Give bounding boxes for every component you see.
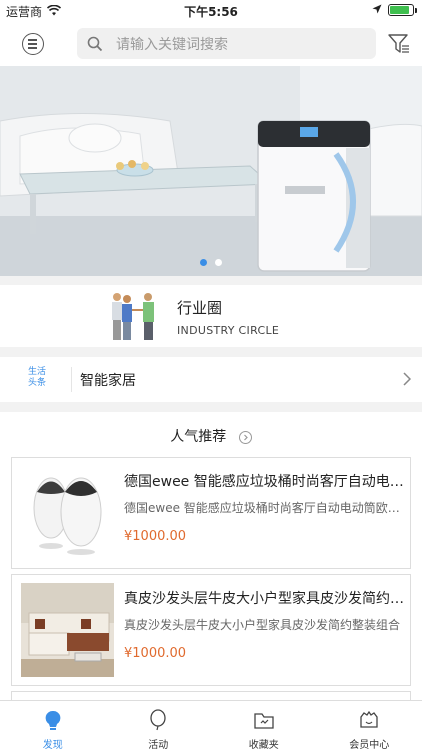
top-navbar: 请输入关键词搜索 (0, 22, 422, 66)
menu-icon[interactable] (22, 33, 44, 55)
tab-label: 收藏夹 (248, 740, 279, 750)
product-price: ¥1000.00 (124, 529, 187, 544)
carousel-dot-active[interactable] (200, 259, 207, 266)
bulb-icon (45, 710, 61, 730)
news-tag-badge: 生活 头条 (22, 367, 52, 389)
tab-member-center[interactable]: 会员中心 (317, 701, 422, 750)
news-headline-text: 智能家居 (80, 373, 136, 389)
app-screen: 运营商 下午5:56 请输入关键词搜索 行业圈 INDUSTRY CIRCLE … (0, 0, 422, 750)
tab-favorites[interactable]: 收藏夹 (211, 701, 317, 750)
search-icon (87, 36, 103, 52)
product-image-sofa (21, 583, 114, 677)
product-image-trash-can (21, 466, 114, 560)
chevron-right-icon (403, 372, 411, 386)
battery-fill (390, 6, 409, 14)
product-price: ¥1000.00 (124, 646, 187, 661)
news-tag-line1: 生活 (27, 367, 46, 377)
bottom-tabbar: 发现 活动 收藏夹 会员中心 (0, 700, 422, 750)
news-headline-row[interactable]: 生活 头条 智能家居 (0, 357, 422, 402)
industry-title: 行业圈 (177, 299, 223, 317)
product-description: 真皮沙发头层牛皮大小户型家具皮沙发简约整装组合 (124, 618, 401, 632)
news-tag-line2: 头条 (27, 378, 46, 388)
product-title: 德国ewee 智能感应垃圾桶时尚客厅自动电动筒欧式创意 (124, 474, 408, 490)
balloon-icon (150, 709, 166, 731)
member-icon (360, 710, 378, 728)
people-illustration-icon (112, 293, 154, 340)
banner-image (0, 66, 422, 276)
product-description: 德国ewee 智能感应垃圾桶时尚客厅自动电动筒欧式创意家用 (124, 501, 408, 515)
filter-icon[interactable] (387, 32, 411, 56)
status-right (372, 3, 417, 17)
status-time: 下午5:56 (184, 5, 238, 19)
recommend-title: 人气推荐 (170, 429, 227, 445)
news-divider (71, 367, 72, 392)
carousel-dots (0, 259, 422, 266)
chevron-circle-right-icon (238, 430, 252, 444)
product-title: 真皮沙发头层牛皮大小户型家具皮沙发简约整装 (124, 591, 408, 607)
recommend-header[interactable]: 人气推荐 (0, 426, 422, 446)
industry-circle-entry[interactable]: 行业圈 INDUSTRY CIRCLE (0, 285, 422, 347)
folder-icon (254, 713, 274, 729)
tab-activity[interactable]: 活动 (106, 701, 212, 750)
tab-label: 活动 (148, 740, 169, 750)
location-arrow-icon (372, 3, 382, 17)
product-card[interactable]: 德国ewee 智能感应垃圾桶时尚客厅自动电动筒欧式创意 德国ewee 智能感应垃… (11, 457, 411, 569)
industry-subtitle: INDUSTRY CIRCLE (177, 324, 280, 337)
search-placeholder: 请输入关键词搜索 (116, 36, 228, 53)
tab-discover[interactable]: 发现 (0, 701, 106, 750)
battery-icon (388, 4, 417, 16)
product-card[interactable]: 真皮沙发头层牛皮大小户型家具皮沙发简约整装 真皮沙发头层牛皮大小户型家具皮沙发简… (11, 574, 411, 686)
search-input[interactable]: 请输入关键词搜索 (77, 28, 376, 59)
recommend-section: 人气推荐 德国ewee 智能感应垃圾桶时尚客厅自动电动筒欧式创意 德国ewee … (0, 412, 422, 731)
status-bar: 运营商 下午5:56 (0, 0, 422, 22)
tab-label: 发现 (42, 740, 63, 750)
banner-carousel[interactable] (0, 66, 422, 276)
carousel-dot[interactable] (215, 259, 222, 266)
tab-label: 会员中心 (349, 740, 390, 750)
